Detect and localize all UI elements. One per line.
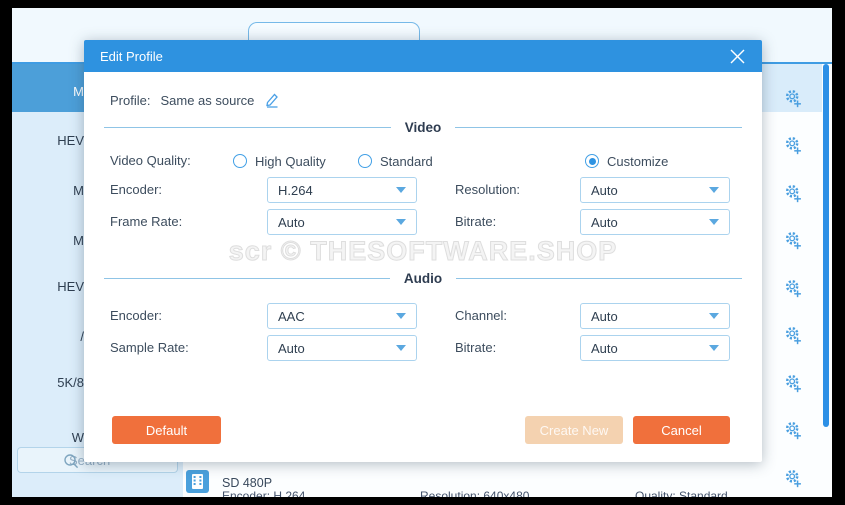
radio-label: Customize	[607, 153, 669, 169]
profile-row-encoder: Encoder: H.264	[222, 489, 306, 497]
sidebar-item[interactable]: 5K/8	[12, 375, 84, 390]
gear-plus-icon[interactable]	[783, 183, 803, 203]
chevron-down-icon	[396, 187, 406, 193]
profile-name-value: Same as source	[160, 92, 255, 108]
gear-plus-icon[interactable]	[783, 373, 803, 393]
radio-customize[interactable]: Customize	[585, 148, 668, 174]
resolution-label: Resolution:	[455, 182, 521, 197]
dialog-header: Edit Profile	[84, 40, 762, 72]
watermark-text: scr © THESOFTWARE.SHOP	[228, 236, 618, 267]
gear-plus-icon[interactable]	[783, 278, 803, 298]
video-bitrate-label: Bitrate:	[455, 214, 497, 229]
video-section-title: Video	[404, 119, 442, 135]
chevron-down-icon	[396, 313, 406, 319]
audio-section-title: Audio	[403, 270, 443, 286]
audio-bitrate-select[interactable]: Auto	[580, 335, 730, 361]
radio-circle-icon	[358, 154, 372, 168]
divider-line	[104, 126, 391, 128]
vertical-scrollbar[interactable]	[823, 64, 829, 427]
radio-circle-icon	[585, 154, 599, 168]
channel-select[interactable]: Auto	[580, 303, 730, 329]
sidebar-item[interactable]: HEV	[12, 133, 84, 148]
audio-section-divider: Audio	[104, 269, 742, 287]
chevron-down-icon	[709, 313, 719, 319]
video-bitrate-select[interactable]: Auto	[580, 209, 730, 235]
frame-rate-label: Frame Rate:	[110, 214, 183, 229]
gear-plus-icon[interactable]	[783, 420, 803, 440]
audio-bitrate-label: Bitrate:	[455, 340, 497, 355]
divider-line	[455, 126, 743, 128]
profile-name-row: Profile: Same as source	[110, 90, 281, 110]
frame-rate-select[interactable]: Auto	[267, 209, 417, 235]
profile-label: Profile:	[110, 92, 151, 108]
resolution-select[interactable]: Auto	[580, 177, 730, 203]
audio-encoder-select[interactable]: AAC	[267, 303, 417, 329]
radio-high-quality[interactable]: High Quality	[233, 148, 326, 174]
divider-line	[456, 277, 742, 279]
sidebar-item[interactable]: /	[12, 329, 84, 344]
divider-line	[104, 277, 390, 279]
gear-plus-icon[interactable]	[783, 135, 803, 155]
video-file-icon	[186, 470, 209, 493]
audio-encoder-value: AAC	[278, 308, 305, 324]
gear-plus-icon[interactable]	[783, 88, 803, 108]
edit-pencil-icon[interactable]	[263, 91, 281, 109]
video-quality-label: Video Quality:	[110, 153, 191, 168]
radio-label: Standard	[380, 153, 433, 169]
create-new-button[interactable]: Create New	[525, 416, 623, 444]
frame-rate-value: Auto	[278, 214, 305, 230]
sidebar-item[interactable]: M	[12, 233, 84, 248]
chevron-down-icon	[396, 219, 406, 225]
sample-rate-value: Auto	[278, 340, 305, 356]
chevron-down-icon	[396, 345, 406, 351]
chevron-down-icon	[709, 345, 719, 351]
radio-circle-icon	[233, 154, 247, 168]
dialog-title: Edit Profile	[100, 48, 163, 64]
gear-plus-icon[interactable]	[783, 325, 803, 345]
profile-row-quality: Quality: Standard	[635, 489, 728, 497]
gear-plus-icon[interactable]	[783, 468, 803, 488]
close-icon[interactable]	[729, 48, 746, 65]
video-encoder-value: H.264	[278, 182, 313, 198]
chevron-down-icon	[709, 187, 719, 193]
video-encoder-label: Encoder:	[110, 182, 163, 197]
audio-bitrate-value: Auto	[591, 340, 618, 356]
cancel-button[interactable]: Cancel	[633, 416, 730, 444]
sidebar-item[interactable]: HEV	[12, 279, 84, 294]
resolution-value: Auto	[591, 182, 618, 198]
video-encoder-select[interactable]: H.264	[267, 177, 417, 203]
sample-rate-select[interactable]: Auto	[267, 335, 417, 361]
chevron-down-icon	[709, 219, 719, 225]
audio-encoder-label: Encoder:	[110, 308, 163, 323]
video-bitrate-value: Auto	[591, 214, 618, 230]
sidebar-item[interactable]: M	[12, 84, 84, 99]
search-icon	[64, 454, 79, 469]
channel-value: Auto	[591, 308, 618, 324]
sidebar-item[interactable]: M	[12, 183, 84, 198]
default-button[interactable]: Default	[112, 416, 221, 444]
edit-profile-dialog: Edit Profile Profile: Same as source Vid…	[84, 40, 762, 462]
sidebar-item[interactable]: W	[12, 430, 84, 445]
gear-plus-icon[interactable]	[783, 230, 803, 250]
radio-label: High Quality	[255, 153, 326, 169]
profile-row-resolution: Resolution: 640x480	[420, 489, 530, 497]
sample-rate-label: Sample Rate:	[110, 340, 189, 355]
profile-row-title[interactable]: SD 480P	[222, 476, 272, 490]
channel-label: Channel:	[455, 308, 508, 323]
radio-standard[interactable]: Standard	[358, 148, 433, 174]
video-section-divider: Video	[104, 118, 743, 136]
